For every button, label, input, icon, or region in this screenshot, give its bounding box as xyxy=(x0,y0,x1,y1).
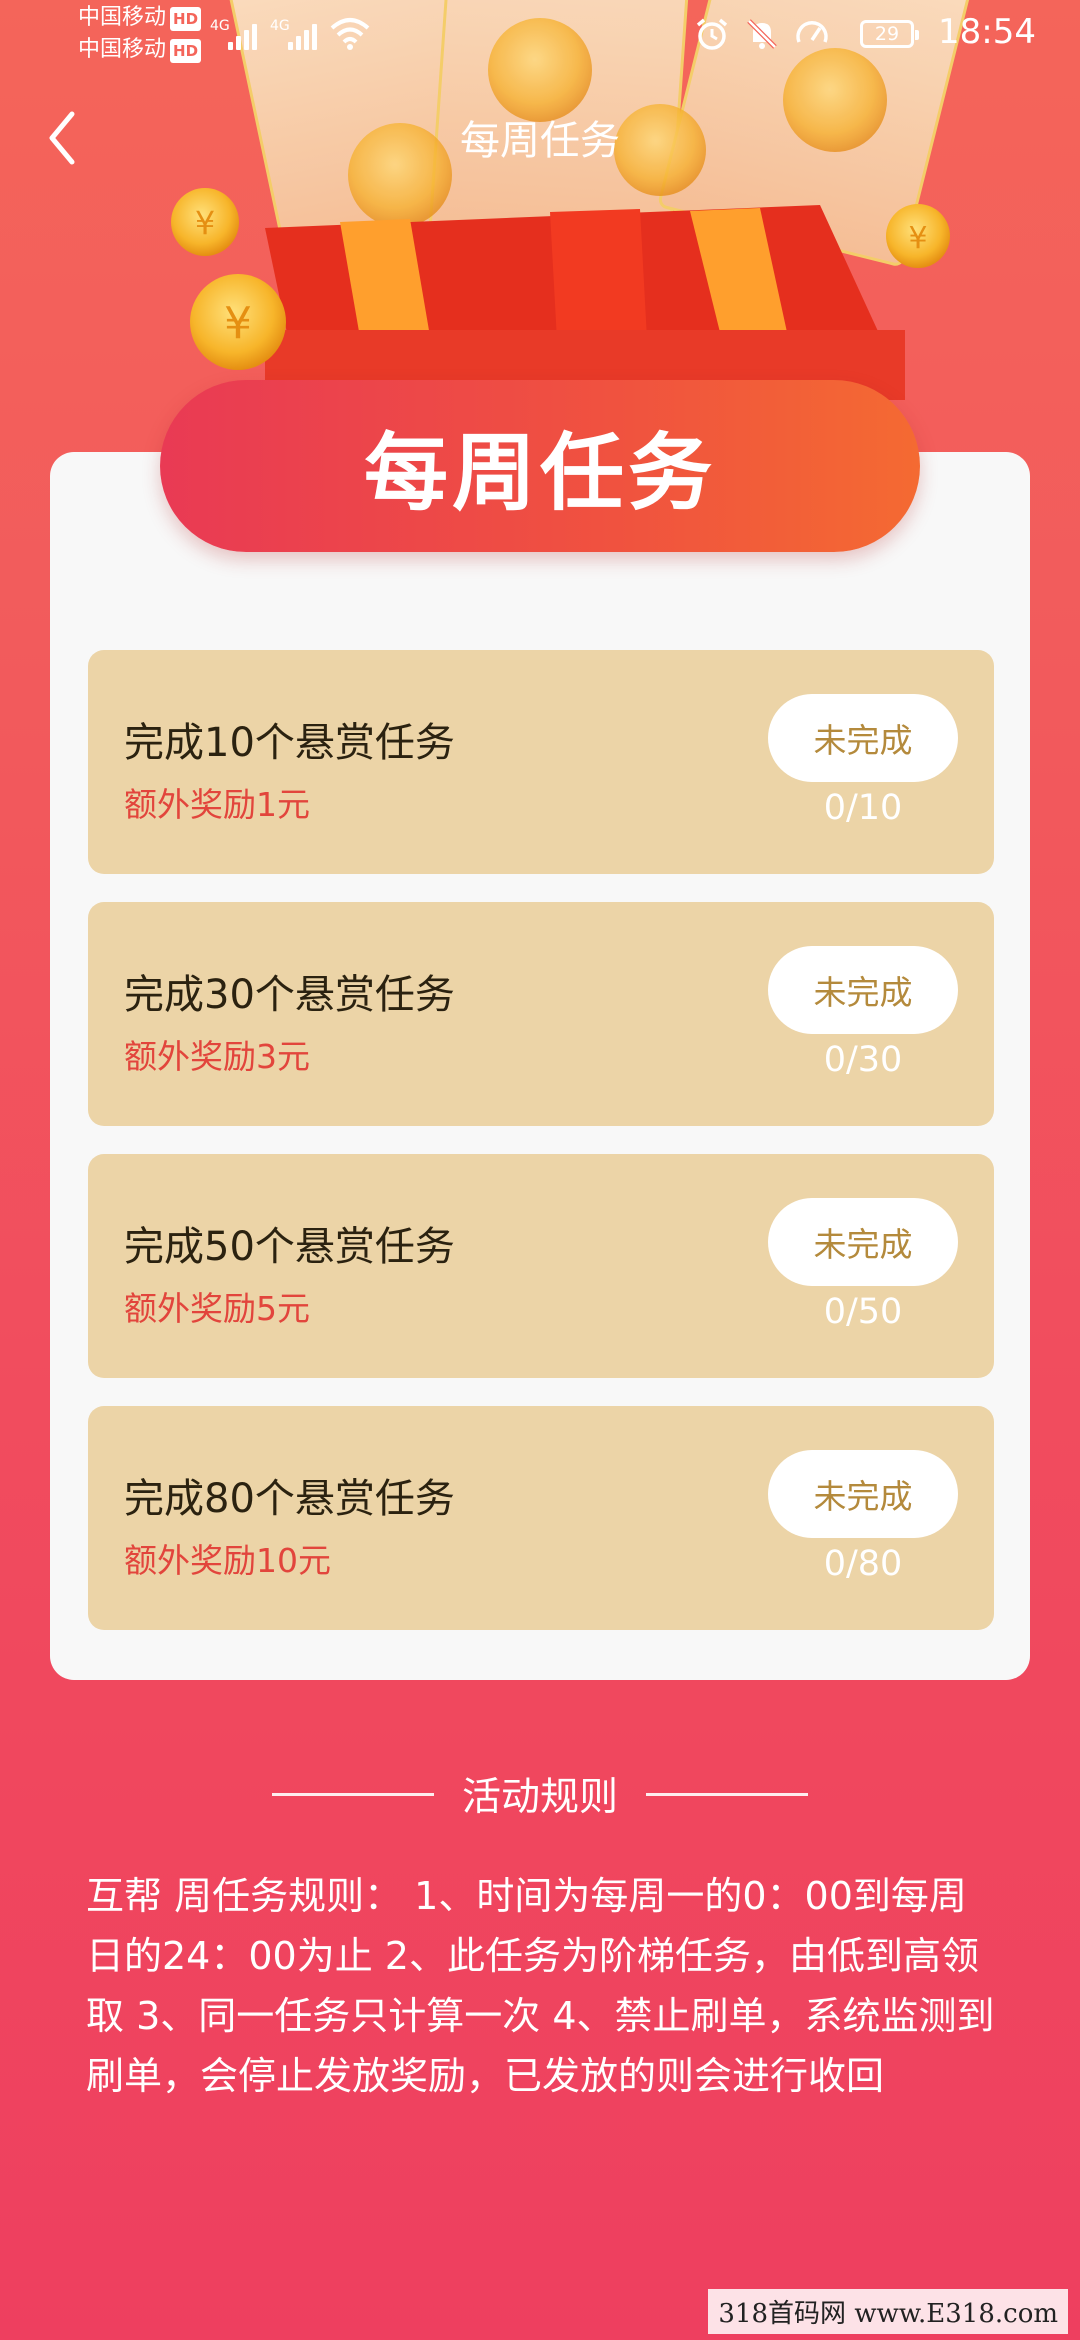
task-item: 完成10个悬赏任务 额外奖励1元 未完成 0/10 xyxy=(88,650,994,874)
card-title: 每周任务 xyxy=(363,423,716,522)
task-name: 完成30个悬赏任务 xyxy=(124,972,455,1018)
bell-off-icon xyxy=(747,19,777,49)
task-progress: 0/10 xyxy=(823,788,903,828)
divider xyxy=(271,1792,434,1796)
speed-icon xyxy=(796,21,828,43)
network-type-1: 4G xyxy=(210,18,230,34)
signal-icon xyxy=(288,20,317,50)
rules-text: 互帮 周任务规则： 1、时间为每周一的0：00到每周日的24：00为止 2、此任… xyxy=(86,1874,995,2098)
task-name: 完成50个悬赏任务 xyxy=(124,1224,455,1270)
carrier-label-2: 中国移动 HD xyxy=(78,38,202,63)
card-title-ribbon: 每周任务 xyxy=(160,380,920,552)
clock: 18:54 xyxy=(938,12,1036,52)
task-reward: 额外奖励5元 xyxy=(124,1289,310,1328)
task-status-button[interactable]: 未完成 xyxy=(768,1198,958,1286)
battery-icon: 29 xyxy=(860,20,919,48)
alarm-icon xyxy=(696,18,728,50)
hd-badge: HD xyxy=(170,39,202,63)
task-name: 完成80个悬赏任务 xyxy=(124,1476,455,1522)
status-bar: 中国移动 HD 中国移动 HD 4G 4G 29 18:54 xyxy=(0,0,1080,70)
divider xyxy=(646,1792,808,1796)
task-reward: 额外奖励1元 xyxy=(124,785,310,824)
task-progress: 0/80 xyxy=(823,1544,903,1584)
task-status-button[interactable]: 未完成 xyxy=(768,946,958,1034)
watermark: 318首码网 www.E318.com xyxy=(708,2289,1068,2334)
wifi-icon xyxy=(330,18,370,50)
svg-text:¥: ¥ xyxy=(224,298,252,349)
task-progress: 0/30 xyxy=(823,1040,903,1080)
task-status-button[interactable]: 未完成 xyxy=(768,694,958,782)
carrier-label-1: 中国移动 HD xyxy=(78,6,202,31)
network-type-2: 4G xyxy=(270,18,290,34)
rules-header: 活动规则 xyxy=(0,1766,1080,1822)
red-envelope-icon xyxy=(265,205,905,400)
task-status-button[interactable]: 未完成 xyxy=(768,1450,958,1538)
rules-title: 活动规则 xyxy=(461,1775,618,1820)
page-title: 每周任务 xyxy=(460,118,620,164)
svg-text:¥: ¥ xyxy=(195,204,215,242)
hd-badge: HD xyxy=(170,7,202,31)
task-reward: 额外奖励3元 xyxy=(124,1037,310,1076)
task-item: 完成30个悬赏任务 额外奖励3元 未完成 0/30 xyxy=(88,902,994,1126)
task-name: 完成10个悬赏任务 xyxy=(124,720,455,766)
svg-text:¥: ¥ xyxy=(908,221,927,256)
signal-icon xyxy=(228,20,257,50)
task-item: 完成50个悬赏任务 额外奖励5元 未完成 0/50 xyxy=(88,1154,994,1378)
task-item: 完成80个悬赏任务 额外奖励10元 未完成 0/80 xyxy=(88,1406,994,1630)
task-reward: 额外奖励10元 xyxy=(124,1541,331,1580)
task-progress: 0/50 xyxy=(823,1292,903,1332)
